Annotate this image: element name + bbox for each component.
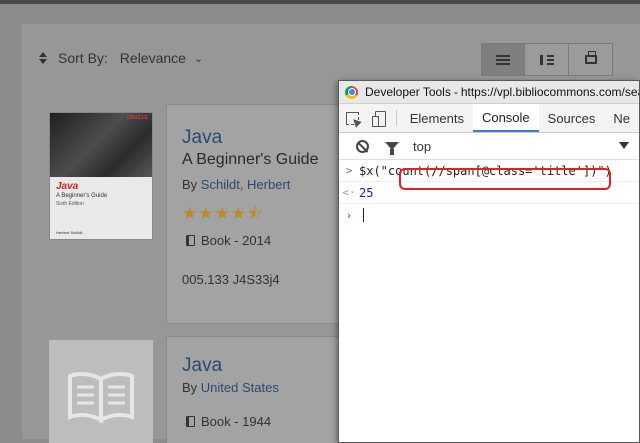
author-link[interactable]: Schildt, Herbert [201,177,291,192]
result-title-link[interactable]: Java [182,355,222,377]
cover-edition: Sixth Edition [56,201,84,207]
clear-console-icon[interactable] [356,139,369,153]
book-icon [186,235,195,246]
compact-list-icon [539,54,554,65]
book-cover-image[interactable]: ORACLE Java A Beginner's Guide Sixth Edi… [49,112,153,240]
input-prompt-icon: > [345,164,353,177]
device-toolbar-button[interactable] [365,104,391,132]
inspect-icon [345,111,359,125]
devtools-window: Developer Tools - https://vpl.bibliocomm… [338,80,640,443]
inspect-element-button[interactable] [339,104,365,132]
xpath-close: ") [597,163,612,178]
rating-stars: ★★★★⯪ [182,204,265,223]
console-result-value: 25 [359,185,374,200]
console-input-line: > $x(" count(//span[@class='title']) ") [339,160,639,182]
tab-network[interactable]: Ne [604,104,639,132]
caret-down-icon[interactable] [619,142,629,149]
tab-elements[interactable]: Elements [401,104,473,132]
tab-console[interactable]: Console [472,104,539,132]
print-icon [584,51,597,64]
cover-brand: ORACLE [126,115,148,121]
text-caret [363,208,364,222]
sort-value[interactable]: Relevance [120,50,186,66]
list-view-button[interactable] [481,43,525,76]
console-output: > $x(" count(//span[@class='title']) ") <·… [339,160,639,226]
device-mode-icon [371,111,386,127]
format-text: Book - 2014 [201,233,272,248]
view-toggle-group [481,43,613,76]
prompt-chevron-icon: › [345,208,353,222]
author-link[interactable]: United States [201,380,279,395]
result-author-line: By Schildt, Herbert [182,177,290,192]
console-toolbar: top [339,133,639,160]
execution-context-select[interactable]: top [413,139,431,154]
return-arrow-icon: <· [342,186,356,199]
format-text: Book - 1944 [201,414,272,429]
tab-sources[interactable]: Sources [539,104,605,132]
book-icon [186,416,195,427]
sort-control[interactable]: Sort By: Relevance ⌄ [38,46,203,70]
sort-by-label: Sort By: [58,50,108,66]
format-line: Book - 2014 [186,233,271,248]
devtools-url: https://vpl.bibliocommons.com/search?q [460,85,639,99]
devtools-title: Developer Tools [365,85,451,99]
xpath-function: $x(" [359,163,388,178]
filter-icon[interactable] [385,142,399,155]
list-view-icon [496,54,510,65]
devtools-titlebar[interactable]: Developer Tools - https://vpl.bibliocomm… [339,81,639,104]
cover-title: Java [56,181,79,192]
cover-subtitle: A Beginner's Guide [56,193,108,199]
call-number: 005.133 J4S33j4 [182,272,280,287]
print-button[interactable] [569,43,613,76]
cover-author: Herbert Schildt [56,230,83,235]
result-author-line: By United States [182,380,279,395]
result-subtitle: A Beginner's Guide [182,151,319,168]
by-prefix: By [182,380,198,395]
result-title-link[interactable]: Java [182,127,222,149]
chrome-logo-icon [345,85,358,99]
by-prefix: By [182,177,198,192]
cover-artwork [50,113,152,177]
console-prompt-line[interactable]: › [339,204,639,226]
open-book-icon [68,372,134,423]
compact-view-button[interactable] [525,43,569,76]
chevron-down-icon: ⌄ [193,52,204,65]
xpath-expression: count(//span[@class='title']) [387,163,598,178]
format-line: Book - 1944 [186,414,271,429]
console-result-line: <· 25 [339,182,639,204]
title-separator: - [453,85,458,99]
devtools-tabbar: Elements Console Sources Ne [339,104,639,133]
generic-book-cover[interactable] [49,340,153,443]
sort-icon [38,52,48,64]
toolbar-divider [395,110,397,126]
